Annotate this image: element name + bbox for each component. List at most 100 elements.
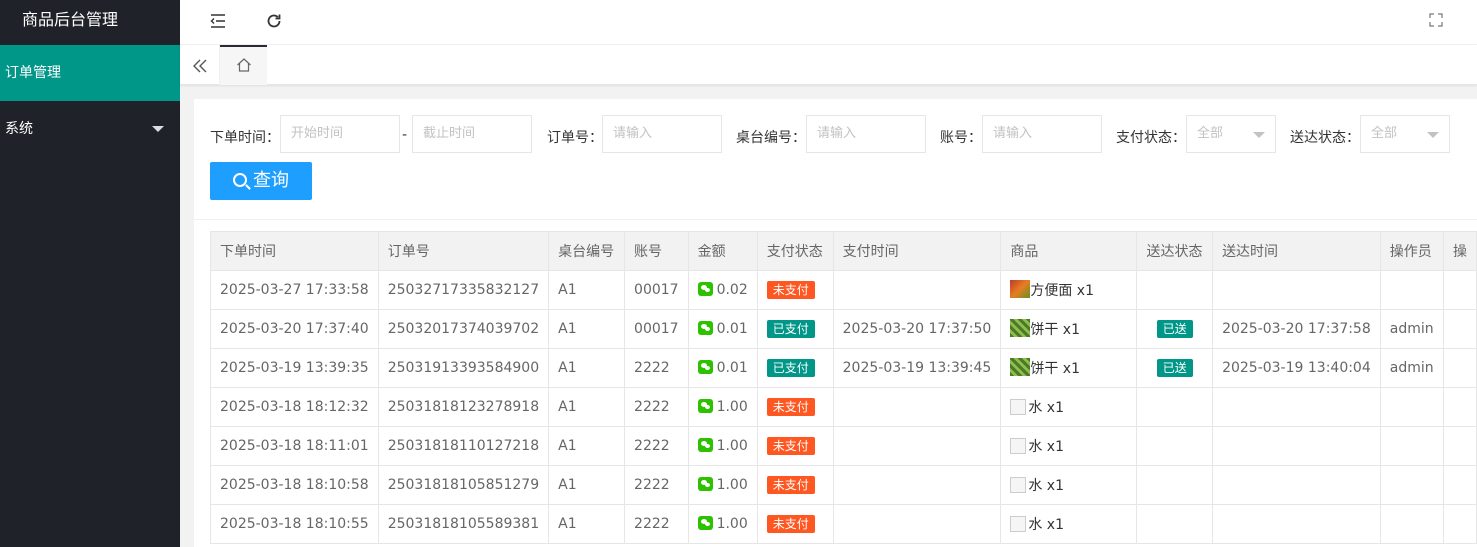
goods-cell: 水 x1 <box>1000 426 1138 466</box>
double-chevron-left-icon[interactable] <box>180 45 220 85</box>
operator-cell <box>1379 387 1444 427</box>
amount-cell: 0.01 <box>687 309 758 349</box>
pay-status-cell: 未支付 <box>756 387 834 427</box>
actions-cell[interactable] <box>1442 426 1477 466</box>
col-header[interactable]: 支付状态 <box>756 231 834 271</box>
actions-cell[interactable] <box>1442 387 1477 427</box>
pay-status-cell: 已支付 <box>756 309 834 349</box>
pay-status-value: 全部 <box>1197 126 1224 141</box>
goods-thumbnail <box>1010 438 1027 454</box>
tab-home[interactable] <box>220 45 267 85</box>
delivery-time-cell <box>1212 504 1381 544</box>
order-no-cell: 25031818105589381 <box>377 504 550 544</box>
table-row[interactable]: 2025-03-18 18:12:32 25031818123278918 A1 22… <box>210 387 1477 427</box>
delivery-status-label: 送达状态： <box>1290 130 1360 146</box>
order-no-input[interactable]: 请输入 <box>602 115 722 153</box>
pay-status-badge: 未支付 <box>766 437 815 455</box>
goods-thumbnail <box>1010 516 1027 532</box>
delivery-time-cell <box>1212 270 1381 310</box>
table-no-label: 桌台编号： <box>736 130 806 146</box>
delivery-time-cell <box>1212 426 1381 466</box>
sidebar-item-orders[interactable]: 订单管理 <box>0 45 180 101</box>
pay-time-cell <box>832 465 1002 505</box>
order-time-label: 下单时间： <box>210 130 280 146</box>
goods-cell: 饼干 x1 <box>1000 348 1138 388</box>
actions-cell[interactable] <box>1442 309 1477 349</box>
pay-status-badge: 未支付 <box>766 476 815 494</box>
goods-name: 饼干 x1 <box>1030 361 1080 377</box>
amount-cell: 1.00 <box>687 465 758 505</box>
pay-status-cell: 未支付 <box>756 426 834 466</box>
goods-name: 方便面 x1 <box>1030 283 1094 299</box>
order-no-cell: 25031818105851279 <box>377 465 550 505</box>
search-form: 下单时间： 开始时间 - 截止时间 订单号： 请输入 桌台编号： 请输入 账号：… <box>194 99 1477 220</box>
pay-status-cell: 未支付 <box>756 504 834 544</box>
table-row[interactable]: 2025-03-19 13:39:35 25031913393584900 A1 22… <box>210 348 1477 388</box>
pay-status-select[interactable]: 全部 <box>1186 115 1276 153</box>
table-row[interactable]: 2025-03-18 18:10:55 25031818105589381 A1 22… <box>210 504 1477 544</box>
col-header[interactable]: 订单号 <box>377 231 550 271</box>
goods-cell: 水 x1 <box>1000 465 1138 505</box>
table-no-cell: A1 <box>548 504 626 544</box>
table-no-cell: A1 <box>548 387 626 427</box>
operator-cell <box>1379 426 1444 466</box>
refresh-icon[interactable] <box>264 12 284 32</box>
col-header[interactable]: 支付时间 <box>832 231 1002 271</box>
table-row[interactable]: 2025-03-27 17:33:58 25032717335832127 A1 00… <box>210 270 1477 310</box>
goods-thumbnail <box>1010 280 1031 298</box>
goods-cell: 水 x1 <box>1000 504 1138 544</box>
delivery-time-cell <box>1212 465 1381 505</box>
pay-status-badge: 已支付 <box>766 359 815 377</box>
col-header[interactable]: 桌台编号 <box>548 231 626 271</box>
actions-cell[interactable] <box>1442 504 1477 544</box>
delivery-status-select[interactable]: 全部 <box>1360 115 1450 153</box>
col-header[interactable]: 账号 <box>624 231 689 271</box>
account-label: 账号： <box>940 130 982 146</box>
order-no-label: 订单号： <box>547 130 603 146</box>
delivery-status-cell: 已送 <box>1136 348 1214 388</box>
actions-cell[interactable] <box>1442 465 1477 505</box>
sidebar-item-system[interactable]: 系统 <box>0 101 180 157</box>
table-no-cell: A1 <box>548 426 626 466</box>
table-row[interactable]: 2025-03-18 18:11:01 25031818110127218 A1 22… <box>210 426 1477 466</box>
collapse-menu-icon[interactable] <box>208 12 228 32</box>
actions-cell[interactable] <box>1442 348 1477 388</box>
amount-value: 1.00 <box>716 477 748 493</box>
pay-time-cell <box>832 387 1002 427</box>
pay-status-cell: 未支付 <box>756 465 834 505</box>
account-input[interactable]: 请输入 <box>982 115 1102 153</box>
amount-cell: 1.00 <box>687 387 758 427</box>
delivery-time-cell: 2025-03-19 13:40:04 <box>1212 348 1381 388</box>
amount-value: 0.01 <box>716 321 748 337</box>
table-no-input[interactable]: 请输入 <box>806 115 926 153</box>
actions-cell[interactable] <box>1442 270 1477 310</box>
col-header[interactable]: 操作员 <box>1379 231 1444 271</box>
wechat-pay-icon <box>697 438 713 452</box>
table-row[interactable]: 2025-03-20 17:37:40 25032017374039702 A1 00… <box>210 309 1477 349</box>
operator-cell <box>1379 270 1444 310</box>
table-row[interactable]: 2025-03-18 18:10:58 25031818105851279 A1 22… <box>210 465 1477 505</box>
operator-cell <box>1379 465 1444 505</box>
col-header[interactable]: 送达状态 <box>1136 231 1214 271</box>
amount-value: 1.00 <box>716 516 748 532</box>
col-header[interactable]: 下单时间 <box>210 231 379 271</box>
delivery-status-cell <box>1136 426 1214 466</box>
table-header-row: 下单时间 订单号 桌台编号 账号 金额 支付状态 支付时间 商品 送达状态 送达… <box>210 231 1477 271</box>
col-header[interactable]: 商品 <box>1000 231 1138 271</box>
pay-status-badge: 未支付 <box>766 281 815 299</box>
range-separator: - <box>402 127 408 143</box>
start-time-input[interactable]: 开始时间 <box>280 115 400 153</box>
amount-value: 0.01 <box>716 360 748 376</box>
wechat-pay-icon <box>697 360 713 374</box>
order-no-cell: 25031818110127218 <box>377 426 550 466</box>
fullscreen-icon[interactable] <box>1426 12 1446 32</box>
col-header[interactable]: 操 <box>1442 231 1477 271</box>
delivery-status-cell <box>1136 387 1214 427</box>
query-button[interactable]: 查询 <box>210 162 312 200</box>
col-header[interactable]: 金额 <box>687 231 758 271</box>
end-time-input[interactable]: 截止时间 <box>412 115 532 153</box>
order-time-cell: 2025-03-18 18:12:32 <box>210 387 379 427</box>
amount-cell: 1.00 <box>687 504 758 544</box>
chevron-down-icon <box>1253 132 1265 138</box>
col-header[interactable]: 送达时间 <box>1212 231 1381 271</box>
